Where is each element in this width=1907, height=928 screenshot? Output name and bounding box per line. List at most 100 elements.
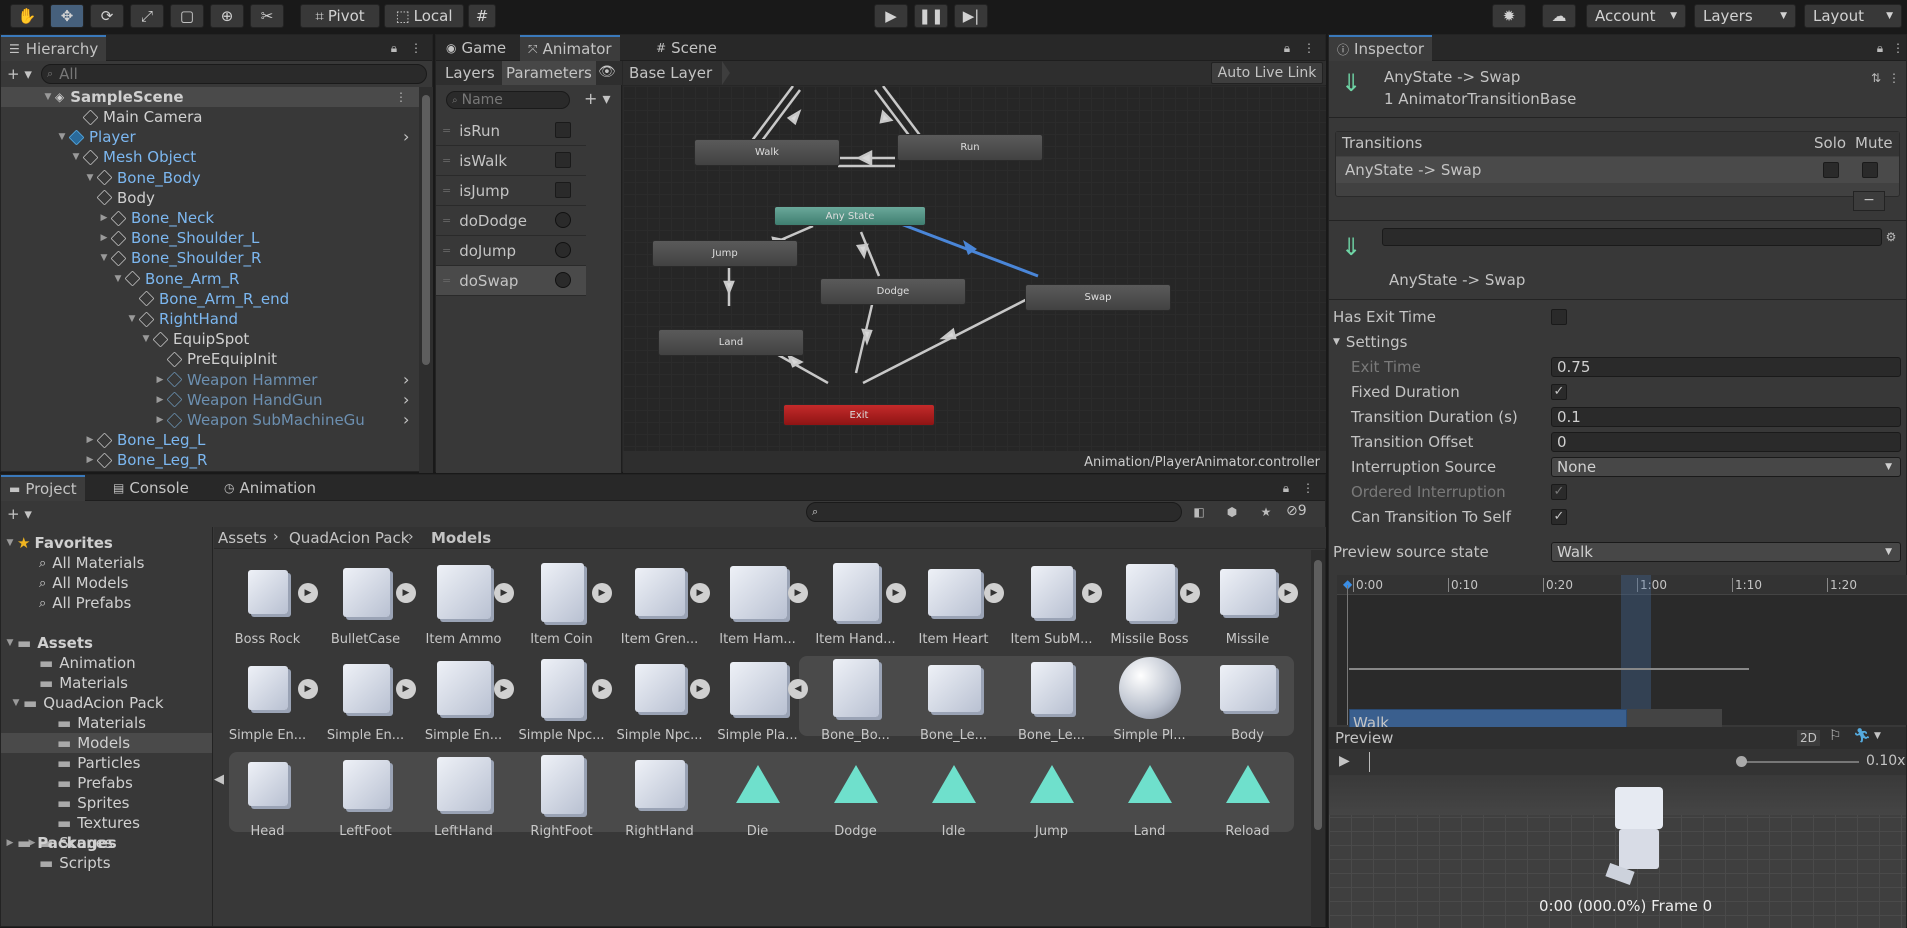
- trigger-radio[interactable]: [555, 212, 571, 228]
- interruption-source-dropdown[interactable]: None ▼: [1551, 457, 1901, 477]
- eye-icon[interactable]: 👁︎: [598, 64, 616, 80]
- collapse-prefab-icon[interactable]: ◀: [788, 679, 808, 699]
- play-button[interactable]: ▶: [874, 4, 908, 28]
- chevron-right-icon[interactable]: ›: [403, 410, 409, 429]
- transition-blend-region[interactable]: [1621, 575, 1651, 725]
- hierarchy-item[interactable]: ▼ Bone_Body: [83, 168, 201, 188]
- state-swap[interactable]: Swap: [1025, 284, 1171, 311]
- preview-scrub-line[interactable]: [1369, 752, 1370, 772]
- asset-item[interactable]: LeftFoot: [318, 742, 413, 852]
- kebab-menu-icon[interactable]: ⋮: [1887, 71, 1901, 85]
- add-dropdown[interactable]: + ▾: [7, 65, 32, 83]
- layers-tab[interactable]: Layers: [445, 64, 495, 82]
- expanded-arrow-icon[interactable]: ▼: [111, 274, 125, 284]
- scene-menu-icon[interactable]: ⋮: [394, 90, 408, 104]
- drag-handle-icon[interactable]: =: [442, 214, 451, 227]
- kebab-menu-icon[interactable]: ⋮: [409, 41, 423, 55]
- expand-prefab-icon[interactable]: ▶: [592, 583, 612, 603]
- tab-project[interactable]: ▬ Project: [1, 475, 85, 501]
- gear-icon[interactable]: ⚙: [1884, 230, 1898, 244]
- selected-transition-any-swap[interactable]: [892, 219, 1039, 278]
- asset-item[interactable]: LeftHand: [416, 742, 511, 852]
- asset-item[interactable]: Reload: [1200, 742, 1295, 852]
- hierarchy-item[interactable]: Body: [83, 188, 155, 208]
- hierarchy-item[interactable]: ▶ Bone_Leg_R: [83, 450, 208, 470]
- transition-duration-field[interactable]: 0.1: [1551, 407, 1901, 427]
- favorites-row[interactable]: ▼ ★ Favorites: [3, 533, 113, 553]
- drag-handle-icon[interactable]: =: [442, 274, 451, 287]
- folder-item[interactable]: ▼ ▬ QuadAcion Pack: [9, 693, 164, 713]
- expand-prefab-icon[interactable]: ▶: [396, 679, 416, 699]
- transition-name-field[interactable]: [1382, 228, 1882, 246]
- custom-tool-icon[interactable]: ✂: [250, 4, 284, 28]
- kebab-menu-icon[interactable]: ⋮: [1301, 481, 1315, 495]
- expanded-arrow-icon[interactable]: ▼: [55, 132, 69, 142]
- lock-icon[interactable]: 🔒︎: [1279, 481, 1293, 495]
- transform-tool-icon[interactable]: ⊕: [210, 4, 244, 28]
- project-scrollbar[interactable]: [1311, 550, 1325, 927]
- parameter-row[interactable]: = doDodge: [436, 206, 586, 236]
- expand-prefab-icon[interactable]: ▶: [984, 583, 1004, 603]
- asset-item[interactable]: Simple Pl...: [1102, 646, 1197, 756]
- expanded-arrow-icon[interactable]: ▼: [139, 334, 153, 344]
- asset-item[interactable]: ◀ Simple Pla...: [710, 646, 808, 756]
- hierarchy-item[interactable]: ▶ Bone_Shoulder_L: [97, 228, 260, 248]
- parameter-row[interactable]: = isRun: [436, 116, 586, 146]
- folder-item[interactable]: ▬ Scripts: [39, 853, 111, 873]
- move-tool-icon[interactable]: ✥: [50, 4, 84, 28]
- collapsed-arrow-icon[interactable]: ▶: [153, 375, 167, 385]
- hierarchy-item[interactable]: ▼ Bone_Arm_R: [111, 269, 240, 289]
- cloud-icon[interactable]: ☁: [1542, 4, 1576, 28]
- bool-checkbox[interactable]: [555, 152, 571, 168]
- tab-inspector[interactable]: ⓘ Inspector: [1329, 35, 1432, 61]
- pivot-button[interactable]: ⌗ Pivot: [300, 4, 380, 28]
- hierarchy-item[interactable]: ▼ RightHand: [125, 309, 238, 329]
- lock-icon[interactable]: 🔒︎: [1873, 41, 1887, 55]
- assets-row[interactable]: ▼ ▬ Assets: [3, 633, 93, 653]
- hierarchy-item[interactable]: ▶ Weapon HandGun: [153, 390, 323, 410]
- folder-item[interactable]: ▬ Prefabs: [57, 773, 133, 793]
- crumb-assets[interactable]: Assets: [218, 529, 267, 547]
- collapsed-arrow-icon[interactable]: ▶: [83, 455, 97, 465]
- kebab-menu-icon[interactable]: ⋮: [1302, 41, 1316, 55]
- chevron-right-icon[interactable]: ›: [403, 390, 409, 409]
- asset-item[interactable]: ▶ Simple En...: [318, 646, 416, 756]
- preview-play-icon[interactable]: ▶: [1339, 753, 1350, 769]
- tab-animator[interactable]: ⤧ Animator: [520, 35, 620, 61]
- search-by-type-icon[interactable]: ◧: [1192, 505, 1206, 519]
- hierarchy-scrollbar[interactable]: [419, 87, 433, 473]
- rotate-tool-icon[interactable]: ⟳: [90, 4, 124, 28]
- star-filter-icon[interactable]: ★: [1259, 505, 1273, 519]
- asset-item[interactable]: ▶ Item Ham...: [710, 550, 808, 660]
- hierarchy-item[interactable]: ▼ Bone_Shoulder_R: [97, 248, 262, 268]
- drag-handle-icon[interactable]: =: [442, 154, 451, 167]
- expand-prefab-icon[interactable]: ▶: [1278, 583, 1298, 603]
- hierarchy-item[interactable]: Main Camera: [69, 107, 202, 127]
- asset-item[interactable]: ▶ Missile Boss: [1102, 550, 1200, 660]
- parameter-row[interactable]: = isWalk: [436, 146, 586, 176]
- fav-all-prefabs[interactable]: ⌕ All Prefabs: [39, 593, 131, 613]
- expanded-arrow-icon[interactable]: ▼: [97, 253, 111, 263]
- hierarchy-item[interactable]: PreEquipInit: [153, 349, 277, 369]
- base-layer-crumb[interactable]: Base Layer: [629, 64, 712, 82]
- state-any-state[interactable]: Any State: [774, 206, 926, 226]
- hierarchy-item[interactable]: ▼ Player: [55, 127, 136, 147]
- expand-prefab-icon[interactable]: ▶: [298, 583, 318, 603]
- state-run[interactable]: Run: [897, 134, 1043, 161]
- expand-prefab-icon[interactable]: ▶: [690, 583, 710, 603]
- bool-checkbox[interactable]: [555, 182, 571, 198]
- collapsed-arrow-icon[interactable]: ▶: [153, 395, 167, 405]
- parameters-tab[interactable]: Parameters: [502, 61, 596, 85]
- asset-item[interactable]: RightHand: [612, 742, 707, 852]
- state-walk[interactable]: Walk: [694, 139, 840, 166]
- expanded-arrow-icon[interactable]: ▼: [9, 698, 23, 708]
- asset-item[interactable]: ▶ Simple Npc...: [612, 646, 710, 756]
- collapse-prefab-icon[interactable]: ◀: [214, 772, 224, 787]
- preview-source-dropdown[interactable]: Walk ▼: [1551, 542, 1901, 562]
- create-dropdown[interactable]: + ▾: [7, 505, 32, 523]
- crumb-models[interactable]: Models: [431, 529, 491, 547]
- lock-icon[interactable]: 🔒︎: [1280, 41, 1294, 55]
- bool-checkbox[interactable]: [555, 122, 571, 138]
- auto-live-link-button[interactable]: Auto Live Link: [1211, 62, 1323, 84]
- expanded-arrow-icon[interactable]: ▼: [69, 152, 83, 162]
